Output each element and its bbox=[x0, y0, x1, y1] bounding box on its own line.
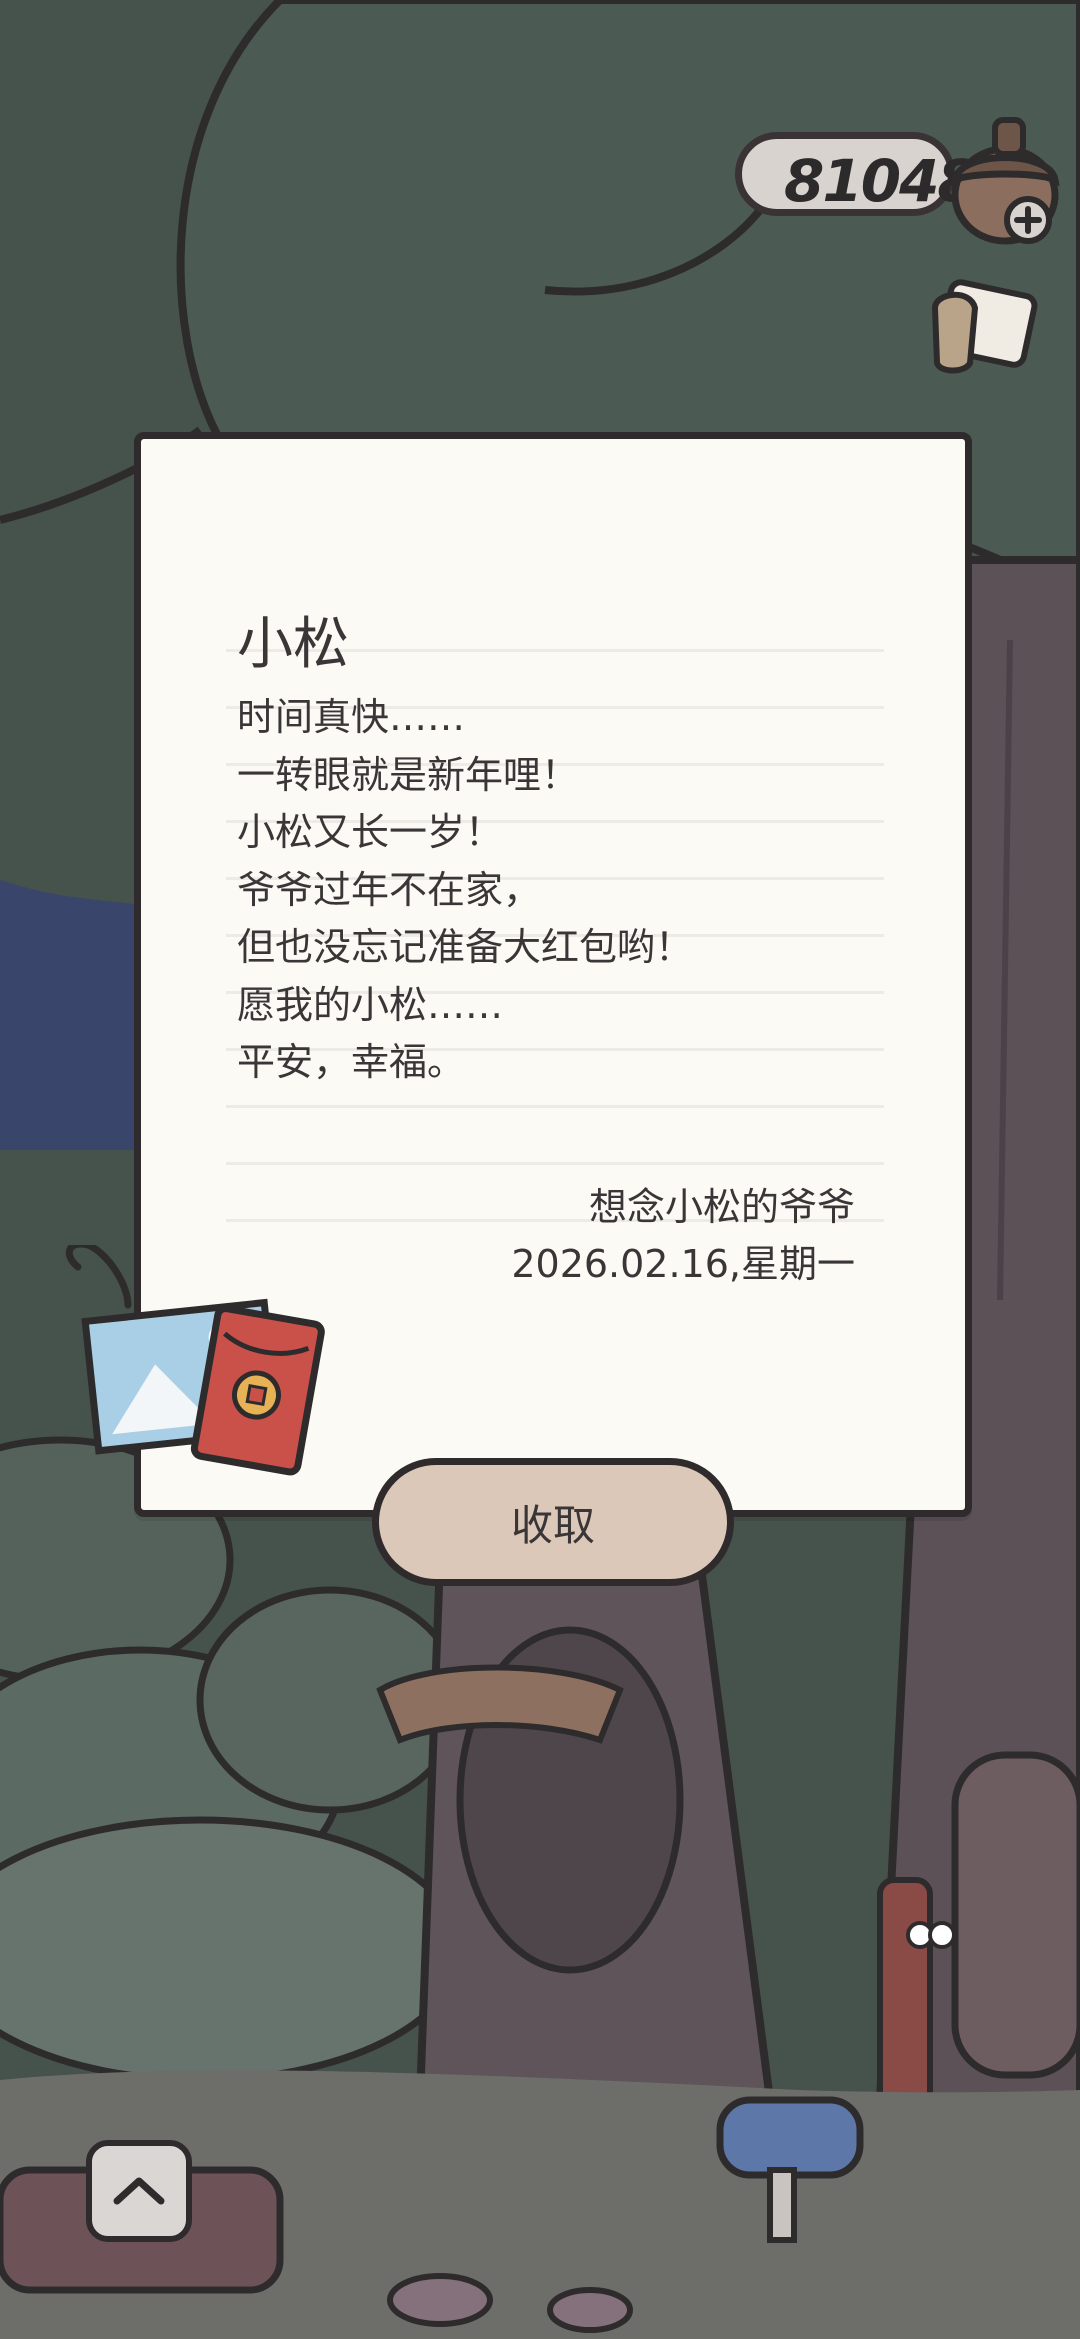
letter-signature: 想念小松的爷爷 2026.02.16,星期一 bbox=[511, 1179, 855, 1293]
letter-recipient: 小松 bbox=[237, 612, 349, 677]
chevron-up-icon bbox=[113, 2177, 165, 2205]
letter-body-line: 愿我的小松…… bbox=[237, 982, 504, 1027]
signature-name: 想念小松的爷爷 bbox=[588, 1185, 855, 1229]
letter-body-line: 但也没忘记准备大红包哟！ bbox=[237, 925, 694, 969]
letter-body-line: 时间真快…… bbox=[237, 695, 466, 739]
letter-body: 时间真快…… 一转眼就是新年哩！ 小松又长一岁！ 爷爷过年不在家， 但也没忘记准… bbox=[237, 689, 693, 1092]
letter-body-line: 一转眼就是新年哩！ bbox=[237, 752, 580, 797]
letter-date: 2026.02.16,星期一 bbox=[511, 1242, 855, 1286]
photo-and-red-envelope-icon bbox=[65, 1245, 325, 1476]
letter-icon[interactable] bbox=[925, 268, 1045, 393]
expand-button[interactable] bbox=[86, 2140, 192, 2242]
letter-body-line: 平安，幸福。 bbox=[237, 1040, 466, 1084]
letter-body-line: 爷爷过年不在家， bbox=[237, 867, 542, 912]
mailbox-icon[interactable] bbox=[700, 2080, 870, 2250]
acorn-balance[interactable]: 81048 bbox=[735, 132, 978, 216]
plus-icon[interactable] bbox=[1003, 195, 1053, 245]
collect-button[interactable]: 收取 bbox=[372, 1458, 734, 1586]
letter-body-line: 小松又长一岁！ bbox=[237, 810, 504, 854]
